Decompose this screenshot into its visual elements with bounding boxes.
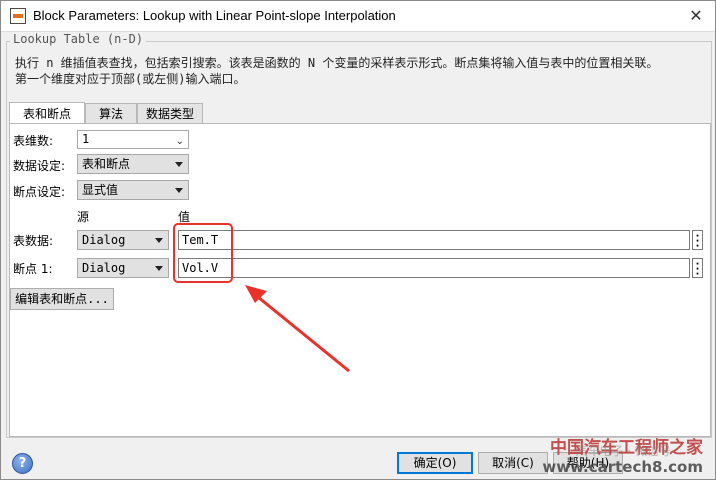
table-data-input[interactable]: Tem.T [178,230,690,250]
help-icon[interactable]: ? [12,453,33,474]
group-legend: Lookup Table (n-D) [10,32,147,46]
title-bar[interactable]: Block Parameters: Lookup with Linear Poi… [1,1,715,32]
tab-table-and-breakpoints[interactable]: 表和断点 [9,102,85,124]
breakpoint-spec-value: 显式值 [82,183,119,197]
ok-button[interactable]: 确定(O) [397,452,473,474]
table-data-source-value: Dialog [82,233,126,247]
breakpoint-spec-dropdown[interactable]: 显式值 [77,180,189,200]
column-header-source: 源 [77,210,90,224]
data-spec-label: 数据设定: [13,159,66,173]
dropdown-arrow-icon [155,266,163,271]
breakpoints1-source-dropdown[interactable]: Dialog [77,258,169,278]
block-description: 执行 n 维插值表查找，包括索引搜索。该表是函数的 N 个变量的采样表示形式。断… [15,55,705,87]
tab-algorithm[interactable]: 算法 [85,103,137,124]
dropdown-arrow-icon [155,238,163,243]
cancel-button[interactable]: 取消(C) [478,452,548,474]
dropdown-arrow-icon [175,162,183,167]
watermark-url: www.cartech8.com [542,458,703,476]
chevron-down-icon: ⌄ [175,136,184,147]
more-options-icon[interactable]: · · · [692,230,703,252]
tab-data-types[interactable]: 数据类型 [137,103,203,124]
data-spec-dropdown[interactable]: 表和断点 [77,154,189,174]
watermark: 中国汽车工程师之家 www.cartech8.com 汽车电子 · 微信号 [542,433,703,476]
edit-table-button[interactable]: 编辑表和断点... [10,288,114,310]
breakpoints1-label: 断点 1: [13,262,53,276]
table-dims-value: 1 [82,132,90,146]
window-title: Block Parameters: Lookup with Linear Poi… [33,8,396,23]
annotation-arrow-icon [245,285,350,373]
annotation-highlight-box [173,223,233,283]
data-spec-value: 表和断点 [82,157,131,171]
breakpoint-spec-label: 断点设定: [13,185,66,199]
table-data-source-dropdown[interactable]: Dialog [77,230,169,250]
table-dims-label: 表维数: [13,134,54,148]
watermark-wechat: 汽车电子 · 微信号 [575,444,671,458]
dropdown-arrow-icon [175,188,183,193]
description-line-1: 执行 n 维插值表查找，包括索引搜索。该表是函数的 N 个变量的采样表示形式。断… [15,56,659,70]
close-icon[interactable]: ✕ [685,5,707,27]
breakpoints1-source-value: Dialog [82,261,126,275]
more-options-icon[interactable]: · · · [692,258,703,280]
table-data-label: 表数据: [13,234,54,248]
table-dims-combo[interactable]: 1 ⌄ [77,130,189,149]
simulink-block-icon [10,8,26,24]
description-line-2: 第一个维度对应于顶部(或左侧)输入端口。 [15,72,246,86]
dialog-window: Block Parameters: Lookup with Linear Poi… [0,0,716,480]
